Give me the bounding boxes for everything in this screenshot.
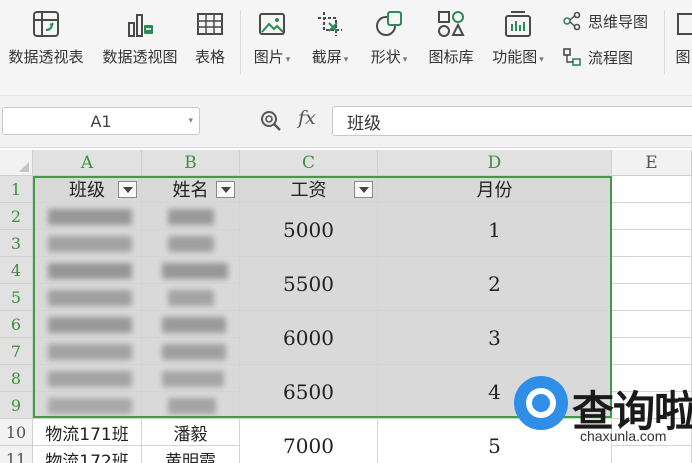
redacted-text [48,236,132,252]
row-header-1[interactable]: 1 [0,176,33,203]
screenshot-button[interactable]: 截屏 ▾ [306,6,354,72]
watermark-logo: 查询啦 chaxunla.com [510,370,692,463]
icon-library-icon [433,6,469,42]
mindmap-icon [562,11,582,31]
month-cell[interactable]: 2 [378,257,612,311]
salary-cell[interactable]: 7000 [240,419,378,463]
header-cell-class[interactable]: 班级 [33,176,142,203]
column-header-b[interactable]: B [142,150,240,176]
redacted-text [168,398,216,414]
more-button[interactable]: 图 [674,6,692,72]
empty-cell[interactable] [612,203,692,230]
zoom-icon[interactable] [258,108,284,134]
chevron-down-icon: ▾ [539,55,544,65]
empty-cell[interactable] [612,230,692,257]
empty-cell[interactable] [612,257,692,284]
header-cell-salary[interactable]: 工资 [240,176,378,203]
chevron-down-icon: ▾ [402,55,408,65]
class-cell[interactable]: 物流172班 [33,446,142,463]
redacted-text [48,344,132,360]
name-cell[interactable]: 潘毅 [142,419,240,446]
ribbon-separator [240,10,241,74]
table-icon [192,6,228,42]
filter-dropdown-icon[interactable] [354,181,373,198]
redacted-text [162,371,224,387]
flowchart-button[interactable]: 流程图 [562,46,633,68]
row-header-2[interactable]: 2 [0,203,33,230]
column-header-c[interactable]: C [240,150,378,176]
row-header-6[interactable]: 6 [0,311,33,338]
redacted-text [48,317,132,333]
table-button[interactable]: 表格 [190,6,230,72]
redacted-text [48,263,132,279]
column-header-e[interactable]: E [612,150,692,176]
redacted-text [162,344,226,360]
filter-dropdown-icon[interactable] [118,181,137,198]
class-cell[interactable]: 物流171班 [33,419,142,446]
redacted-text [168,209,214,225]
name-cell[interactable]: 黄明霞 [142,446,240,463]
pivot-chart-button[interactable]: 数据透视图 [98,6,182,72]
picture-icon [254,6,290,42]
header-cell-name[interactable]: 姓名 [142,176,240,203]
ribbon-separator [664,10,665,74]
salary-cell[interactable]: 5000 [240,203,378,257]
chevron-down-icon[interactable]: ▾ [188,116,193,126]
select-all-corner[interactable] [0,150,33,176]
redacted-text [168,236,214,252]
row-header-9[interactable]: 9 [0,392,33,419]
picture-button[interactable]: 图片 ▾ [248,6,296,72]
row-header-8[interactable]: 8 [0,365,33,392]
chart-icon [674,6,692,42]
redacted-text [168,290,214,306]
salary-cell[interactable]: 6000 [240,311,378,365]
empty-cell[interactable] [612,284,692,311]
row-header-3[interactable]: 3 [0,230,33,257]
row-header-7[interactable]: 7 [0,338,33,365]
empty-cell[interactable] [612,338,692,365]
month-cell[interactable]: 1 [378,203,612,257]
row-header-5[interactable]: 5 [0,284,33,311]
pivot-chart-icon [122,6,158,42]
column-header-d[interactable]: D [378,150,612,176]
redacted-text [162,263,228,279]
name-box[interactable]: A1 ▾ [2,107,200,135]
redacted-text [48,371,132,387]
redacted-text [162,317,226,333]
function-chart-icon [500,6,536,42]
formula-input[interactable]: 班级 [332,106,692,136]
header-cell-month[interactable]: 月份 [378,176,612,203]
insert-function-button[interactable]: fx [298,107,316,129]
shapes-icon [371,6,407,42]
pivot-table-icon [28,6,64,42]
month-cell[interactable]: 3 [378,311,612,365]
icon-library-button[interactable]: 图标库 [424,6,478,72]
chevron-down-icon: ▾ [343,55,349,65]
pivot-table-button[interactable]: 数据透视表 [4,6,88,72]
row-header-11[interactable]: 11 [0,446,33,463]
mindmap-button[interactable]: 思维导图 [562,10,648,32]
redacted-text [48,290,132,306]
chevron-down-icon: ▾ [285,55,291,65]
empty-cell[interactable] [612,176,692,203]
ribbon-toolbar: 数据透视表 数据透视图 表格 图片 ▾ 截屏 ▾ 形状 ▾ 图标库 功能图 ▾ … [0,0,692,96]
shapes-button[interactable]: 形状 ▾ [364,6,414,72]
redacted-text [48,398,132,414]
salary-cell[interactable]: 5500 [240,257,378,311]
flowchart-icon [562,47,582,67]
formula-bar: A1 ▾ fx 班级 [0,96,692,148]
screenshot-icon [312,6,348,42]
salary-cell[interactable]: 6500 [240,365,378,419]
search-logo-icon [514,376,568,430]
empty-cell[interactable] [612,311,692,338]
column-header-a[interactable]: A [33,150,142,176]
row-header-4[interactable]: 4 [0,257,33,284]
function-chart-button[interactable]: 功能图 ▾ [488,6,548,72]
filter-dropdown-icon[interactable] [216,181,235,198]
row-header-10[interactable]: 10 [0,419,33,446]
redacted-text [48,209,132,225]
